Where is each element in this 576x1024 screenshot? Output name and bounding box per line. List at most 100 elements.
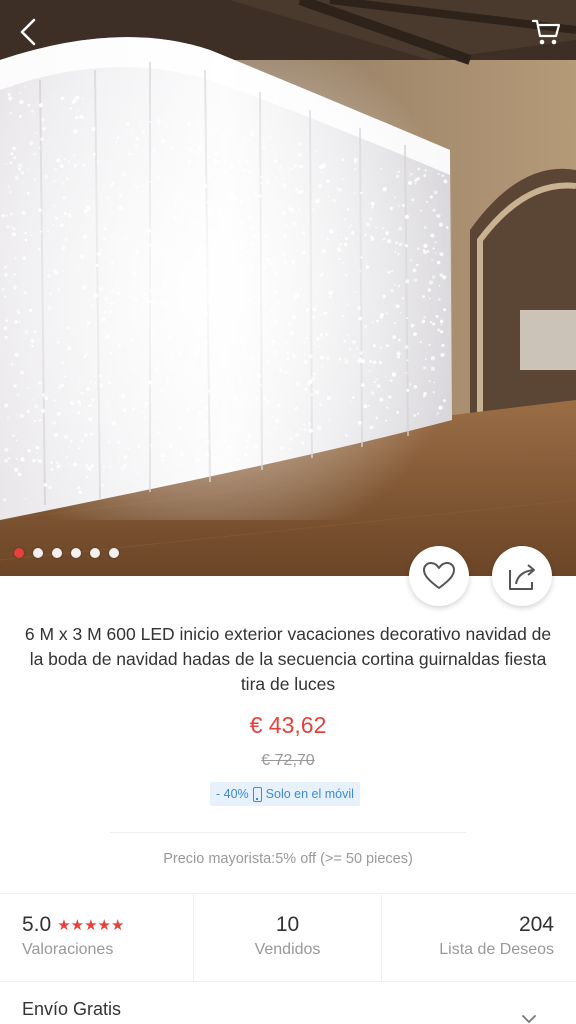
fairy-light bbox=[172, 216, 177, 221]
fairy-light bbox=[379, 312, 384, 317]
fairy-light bbox=[158, 359, 161, 363]
fairy-light bbox=[14, 352, 19, 357]
fairy-light bbox=[213, 352, 218, 356]
fairy-light bbox=[186, 373, 190, 376]
fairy-light bbox=[47, 230, 50, 233]
fairy-light bbox=[341, 314, 344, 317]
gallery-dot[interactable] bbox=[109, 548, 119, 558]
fairy-light bbox=[250, 267, 255, 272]
sold-value: 10 bbox=[275, 913, 300, 936]
fairy-light bbox=[275, 176, 278, 179]
fairy-light bbox=[410, 259, 413, 262]
fairy-light bbox=[413, 278, 418, 283]
fairy-light bbox=[4, 265, 8, 269]
fairy-light bbox=[297, 190, 301, 195]
fairy-light bbox=[370, 235, 373, 238]
fairy-light bbox=[68, 463, 71, 465]
fairy-light bbox=[122, 408, 127, 413]
fairy-light bbox=[259, 175, 263, 179]
fairy-light bbox=[8, 185, 10, 188]
fairy-light bbox=[149, 289, 154, 293]
fairy-light bbox=[242, 346, 247, 350]
wishlist-button[interactable] bbox=[409, 546, 469, 606]
wishlist-stat[interactable]: 204 Lista de Deseos bbox=[382, 895, 576, 981]
fairy-light bbox=[181, 184, 184, 187]
fairy-light bbox=[284, 224, 288, 228]
fairy-light bbox=[56, 411, 61, 416]
fairy-light bbox=[43, 482, 48, 487]
fairy-light bbox=[432, 247, 435, 250]
fairy-light bbox=[247, 433, 252, 438]
gallery-dot[interactable] bbox=[52, 548, 62, 558]
gallery-dot[interactable] bbox=[14, 548, 24, 558]
fairy-light bbox=[137, 444, 141, 449]
fairy-light bbox=[344, 217, 347, 220]
gallery-dot[interactable] bbox=[90, 548, 100, 558]
fairy-light bbox=[424, 358, 427, 361]
fairy-light bbox=[434, 251, 437, 254]
fairy-light bbox=[350, 400, 353, 403]
fairy-light bbox=[3, 403, 9, 408]
fairy-light bbox=[297, 208, 300, 211]
back-button[interactable] bbox=[8, 12, 48, 52]
fairy-light bbox=[397, 253, 400, 256]
fairy-light bbox=[207, 176, 211, 180]
fairy-light bbox=[4, 447, 9, 452]
fairy-light bbox=[120, 466, 123, 469]
fairy-light bbox=[421, 319, 426, 324]
fairy-light bbox=[223, 351, 226, 355]
rating-value-row: 5.0 ★★★★★ bbox=[22, 913, 124, 937]
fairy-light bbox=[214, 388, 218, 392]
fairy-light bbox=[232, 389, 235, 392]
fairy-light bbox=[65, 456, 69, 459]
fairy-light bbox=[316, 337, 320, 341]
fairy-light bbox=[305, 337, 309, 340]
fairy-light bbox=[344, 273, 348, 277]
fairy-light bbox=[220, 202, 223, 205]
gallery-dot[interactable] bbox=[71, 548, 81, 558]
fairy-light bbox=[3, 498, 7, 502]
fairy-light bbox=[356, 347, 359, 350]
fairy-light bbox=[221, 318, 226, 324]
fairy-light bbox=[62, 269, 65, 272]
fairy-light bbox=[78, 490, 83, 495]
fairy-light bbox=[172, 126, 175, 129]
fairy-light bbox=[432, 390, 435, 394]
fairy-light bbox=[303, 341, 306, 344]
fairy-light bbox=[376, 319, 379, 323]
fairy-light bbox=[308, 422, 311, 425]
shipping-row[interactable]: Envío Gratis bbox=[0, 982, 576, 1024]
fairy-light bbox=[33, 178, 36, 181]
fairy-light bbox=[395, 304, 400, 309]
fairy-light bbox=[228, 226, 232, 229]
fairy-light bbox=[141, 352, 143, 355]
fairy-light bbox=[252, 236, 256, 239]
share-button[interactable] bbox=[492, 546, 552, 606]
fairy-light bbox=[219, 224, 222, 227]
fairy-light bbox=[73, 129, 78, 134]
fairy-light bbox=[406, 359, 409, 362]
cart-button[interactable] bbox=[526, 12, 566, 52]
fairy-light bbox=[109, 234, 112, 237]
rating-stat[interactable]: 5.0 ★★★★★ Valoraciones bbox=[0, 895, 193, 981]
fairy-light bbox=[64, 375, 67, 378]
fairy-light bbox=[234, 202, 236, 205]
gallery-dot[interactable] bbox=[33, 548, 43, 558]
fairy-light bbox=[246, 169, 249, 173]
fairy-light bbox=[294, 293, 297, 296]
fairy-light bbox=[11, 85, 13, 87]
fairy-light bbox=[340, 233, 343, 236]
fairy-light bbox=[138, 123, 141, 126]
fairy-light bbox=[147, 297, 150, 300]
fairy-light bbox=[276, 403, 281, 408]
fairy-light bbox=[33, 330, 37, 334]
fairy-light bbox=[236, 159, 241, 164]
fairy-light bbox=[44, 395, 49, 401]
fairy-light bbox=[314, 293, 317, 296]
fairy-light bbox=[439, 273, 444, 278]
fairy-light bbox=[61, 361, 65, 364]
fairy-light bbox=[387, 270, 391, 274]
fairy-light bbox=[47, 274, 51, 278]
product-image-gallery[interactable] bbox=[0, 0, 576, 576]
fairy-light bbox=[240, 401, 244, 406]
